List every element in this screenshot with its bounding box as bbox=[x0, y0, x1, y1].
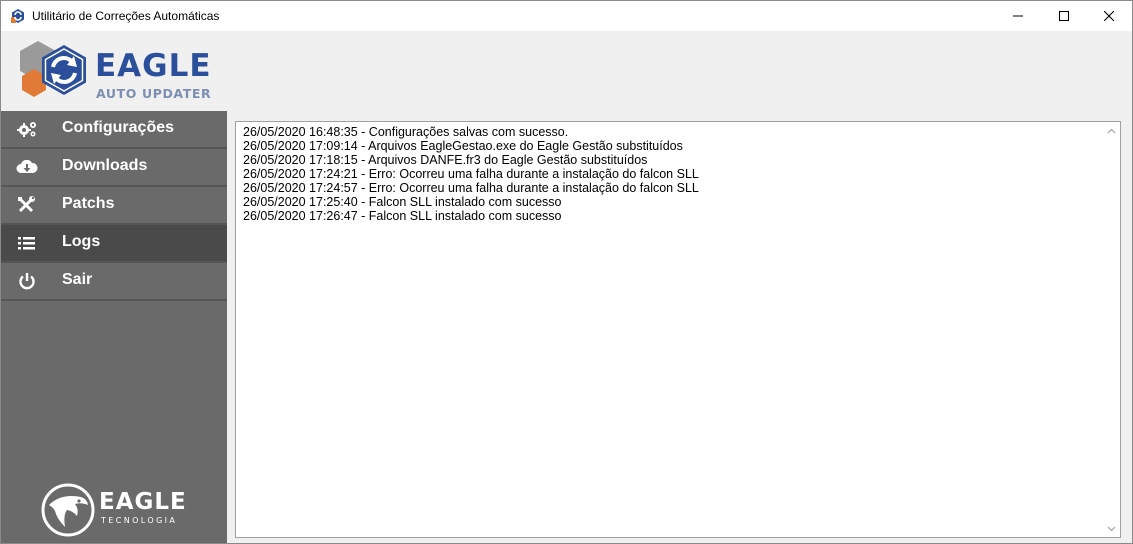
log-line: 26/05/2020 16:48:35 - Configurações salv… bbox=[243, 125, 569, 139]
sidebar-item-logs[interactable]: Logs bbox=[1, 225, 227, 263]
brand-name: EAGLE bbox=[95, 48, 212, 84]
maximize-icon bbox=[1059, 11, 1069, 21]
scroll-up-button[interactable] bbox=[1103, 122, 1120, 139]
sidebar-item-sair[interactable]: Sair bbox=[1, 263, 227, 301]
chevron-up-icon bbox=[1107, 128, 1116, 133]
log-line: 26/05/2020 17:24:21 - Erro: Ocorreu uma … bbox=[243, 167, 699, 181]
log-line: 26/05/2020 17:26:47 - Falcon SLL instala… bbox=[243, 209, 562, 223]
update-hexagon-icon bbox=[20, 41, 86, 97]
header: EAGLE AUTO UPDATER bbox=[1, 31, 1132, 111]
close-icon bbox=[1104, 11, 1114, 21]
log-textarea[interactable]: 26/05/2020 16:48:35 - Configurações salv… bbox=[235, 121, 1121, 538]
log-lines: 26/05/2020 16:48:35 - Configurações salv… bbox=[243, 125, 699, 223]
sidebar-item-label: Configurações bbox=[62, 119, 175, 136]
minimize-button[interactable] bbox=[995, 1, 1041, 31]
footer-brand-subtitle: TECNOLOGIA bbox=[101, 516, 178, 525]
log-line: 26/05/2020 17:09:14 - Arquivos EagleGest… bbox=[243, 139, 683, 153]
app-icon bbox=[11, 9, 24, 23]
brand-subtitle: AUTO UPDATER bbox=[96, 86, 212, 101]
gears-icon bbox=[16, 120, 38, 138]
sidebar: Configurações Downloads Patchs Logs Sair… bbox=[1, 111, 227, 543]
app-window: Utilitário de Correções Automáticas EAGL… bbox=[0, 0, 1133, 544]
power-icon bbox=[16, 272, 38, 290]
eagle-tecnologia-logo: EAGLE TECNOLOGIA bbox=[41, 483, 201, 539]
maximize-button[interactable] bbox=[1041, 1, 1087, 31]
log-line: 26/05/2020 17:25:40 - Falcon SLL instala… bbox=[243, 195, 562, 209]
eagle-auto-updater-logo: EAGLE AUTO UPDATER bbox=[16, 39, 216, 103]
vertical-scrollbar[interactable] bbox=[1103, 122, 1120, 537]
sidebar-item-label: Logs bbox=[62, 233, 101, 250]
cloud-download-icon bbox=[16, 158, 38, 176]
sidebar-item-configuracoes[interactable]: Configurações bbox=[1, 111, 227, 149]
list-icon bbox=[16, 234, 38, 252]
scroll-down-button[interactable] bbox=[1103, 520, 1120, 537]
window-title: Utilitário de Correções Automáticas bbox=[32, 9, 220, 23]
chevron-down-icon bbox=[1107, 526, 1116, 531]
sidebar-item-patchs[interactable]: Patchs bbox=[1, 187, 227, 225]
sidebar-item-label: Downloads bbox=[62, 157, 148, 174]
title-bar: Utilitário de Correções Automáticas bbox=[1, 1, 1132, 31]
sidebar-item-label: Patchs bbox=[62, 195, 115, 212]
tools-icon bbox=[16, 196, 38, 214]
sidebar-item-downloads[interactable]: Downloads bbox=[1, 149, 227, 187]
sidebar-item-label: Sair bbox=[62, 271, 93, 288]
log-line: 26/05/2020 17:18:15 - Arquivos DANFE.fr3… bbox=[243, 153, 648, 167]
log-line: 26/05/2020 17:24:57 - Erro: Ocorreu uma … bbox=[243, 181, 699, 195]
footer-brand-name: EAGLE bbox=[99, 489, 187, 515]
close-button[interactable] bbox=[1086, 1, 1132, 31]
minimize-icon bbox=[1013, 15, 1023, 17]
eagle-head-icon bbox=[41, 483, 95, 537]
